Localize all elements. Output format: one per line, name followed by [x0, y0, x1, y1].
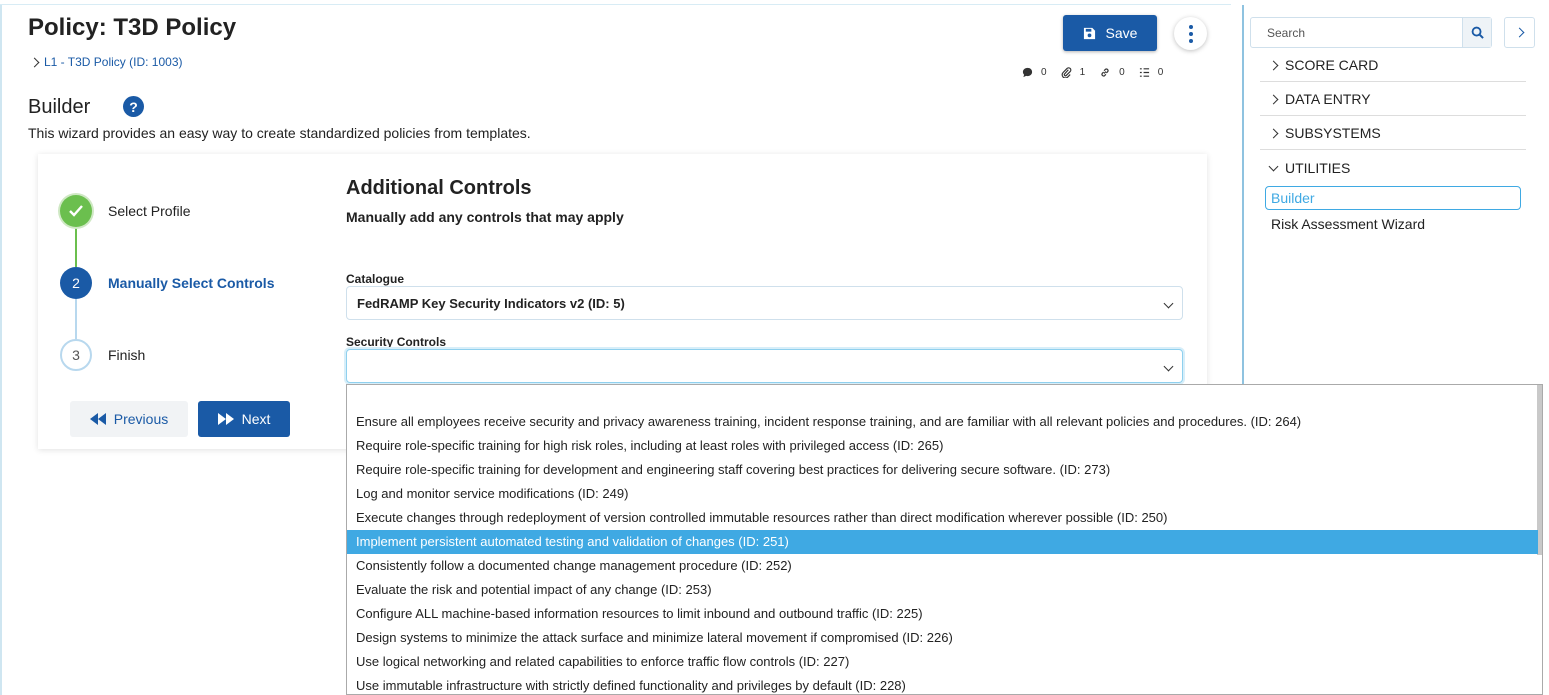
builder-heading: Builder — [28, 96, 91, 118]
floppy-disk-icon — [1083, 27, 1095, 39]
step-3-label: Finish — [108, 347, 146, 363]
attachments-counter[interactable]: 1 — [1061, 67, 1086, 78]
step-3-indicator: 3 — [60, 339, 92, 371]
more-options-icon[interactable] — [1174, 17, 1207, 50]
left-border — [0, 5, 2, 695]
step-connector-pending — [75, 299, 77, 339]
chevron-down-icon — [1268, 161, 1279, 171]
section-heading: Additional Controls — [346, 177, 532, 199]
links-count: 0 — [1119, 67, 1125, 78]
page-title: Policy: T3D Policy — [28, 14, 237, 41]
dropdown-option[interactable]: Design systems to minimize the attack su… — [347, 626, 1538, 650]
comment-icon — [1022, 67, 1033, 78]
dropdown-option[interactable]: Consistently follow a documented change … — [347, 554, 1538, 578]
security-controls-label: Security Controls — [346, 335, 447, 349]
tasks-count: 0 — [1157, 67, 1164, 78]
catalogue-value: FedRAMP Key Security Indicators v2 (ID: … — [357, 295, 625, 311]
builder-description: This wizard provides an easy way to crea… — [28, 125, 531, 141]
catalogue-label: Catalogue — [346, 272, 405, 286]
task-list-icon — [1139, 68, 1149, 77]
activity-counters: 0 1 0 0 — [1022, 67, 1163, 78]
sidebar-section-utilities[interactable]: UTILITIES — [1260, 151, 1526, 184]
breadcrumb-link[interactable]: L1 - T3D Policy (ID: 1003) — [44, 55, 183, 69]
previous-button[interactable]: Previous — [70, 401, 188, 437]
sidebar-section-label: UTILITIES — [1285, 159, 1351, 176]
checkmark-icon — [69, 205, 83, 217]
step-1-complete — [60, 195, 92, 227]
links-counter[interactable]: 0 — [1099, 67, 1125, 78]
step-2-indicator: 2 — [60, 267, 92, 299]
step-2-label: Manually Select Controls — [108, 275, 275, 291]
section-subheading: Manually add any controls that may apply — [346, 209, 624, 225]
tasks-counter[interactable]: 0 — [1139, 67, 1164, 78]
chevron-down-icon — [1163, 361, 1174, 371]
dropdown-option[interactable]: Ensure all employees receive security an… — [347, 410, 1538, 434]
sidebar-section-data-entry[interactable]: DATA ENTRY — [1260, 83, 1526, 116]
chevron-right-icon — [1514, 27, 1525, 38]
chevron-right-icon — [29, 57, 40, 67]
dropdown-option[interactable]: Implement persistent automated testing a… — [347, 530, 1538, 554]
dropdown-option[interactable]: Log and monitor service modifications (I… — [347, 482, 1538, 506]
save-label: Save — [1105, 25, 1138, 41]
sidebar-section-label: SCORE CARD — [1285, 57, 1379, 73]
sidebar-search[interactable]: Search — [1250, 17, 1492, 48]
security-controls-dropdown[interactable]: Ensure all employees receive security an… — [346, 384, 1543, 695]
search-button[interactable] — [1462, 18, 1491, 47]
dropdown-option[interactable]: Use immutable infrastructure with strict… — [347, 674, 1538, 694]
sidebar-section-subsystems[interactable]: SUBSYSTEMS — [1260, 117, 1526, 150]
dropdown-option[interactable]: Evaluate the risk and potential impact o… — [347, 578, 1538, 602]
next-label: Next — [241, 411, 271, 427]
dropdown-option[interactable]: Use logical networking and related capab… — [347, 650, 1538, 674]
chevron-right-icon — [1268, 60, 1279, 70]
top-border — [0, 4, 1231, 5]
step-1-label: Select Profile — [108, 203, 191, 219]
comments-count: 0 — [1041, 67, 1047, 78]
sidebar-divider — [1242, 5, 1244, 385]
chevron-right-icon — [1268, 128, 1279, 138]
paperclip-icon — [1061, 67, 1071, 78]
sidebar-collapse-button[interactable] — [1504, 17, 1535, 48]
search-icon — [1471, 26, 1484, 39]
sidebar-section-label: DATA ENTRY — [1285, 91, 1371, 107]
next-button[interactable]: Next — [198, 401, 290, 437]
dropdown-option[interactable]: Configure ALL machine-based information … — [347, 602, 1538, 626]
comments-counter[interactable]: 0 — [1022, 67, 1047, 78]
help-icon[interactable]: ? — [123, 96, 144, 117]
sidebar-item-builder[interactable]: Builder — [1265, 186, 1521, 210]
fast-backward-icon — [89, 413, 106, 425]
sidebar-section-score-card[interactable]: SCORE CARD — [1260, 49, 1526, 82]
security-controls-select[interactable] — [346, 349, 1183, 383]
link-icon — [1101, 68, 1109, 77]
catalogue-select[interactable]: FedRAMP Key Security Indicators v2 (ID: … — [346, 286, 1183, 320]
previous-label: Previous — [113, 411, 169, 427]
breadcrumb[interactable]: L1 - T3D Policy (ID: 1003) — [29, 55, 183, 69]
dropdown-option[interactable]: Require role-specific training for devel… — [347, 458, 1538, 482]
search-input[interactable]: Search — [1267, 26, 1305, 40]
chevron-right-icon — [1268, 94, 1279, 104]
save-button[interactable]: Save — [1063, 15, 1157, 51]
chevron-down-icon — [1163, 298, 1174, 308]
attachments-count: 1 — [1079, 67, 1086, 78]
sidebar-section-label: SUBSYSTEMS — [1285, 125, 1381, 141]
dropdown-option[interactable]: Require role-specific training for high … — [347, 434, 1538, 458]
fast-forward-icon — [217, 413, 234, 425]
sidebar-item-risk-assessment-wizard[interactable]: Risk Assessment Wizard — [1271, 216, 1425, 232]
dropdown-option[interactable]: Execute changes through redeployment of … — [347, 506, 1538, 530]
step-connector-done — [75, 227, 77, 267]
